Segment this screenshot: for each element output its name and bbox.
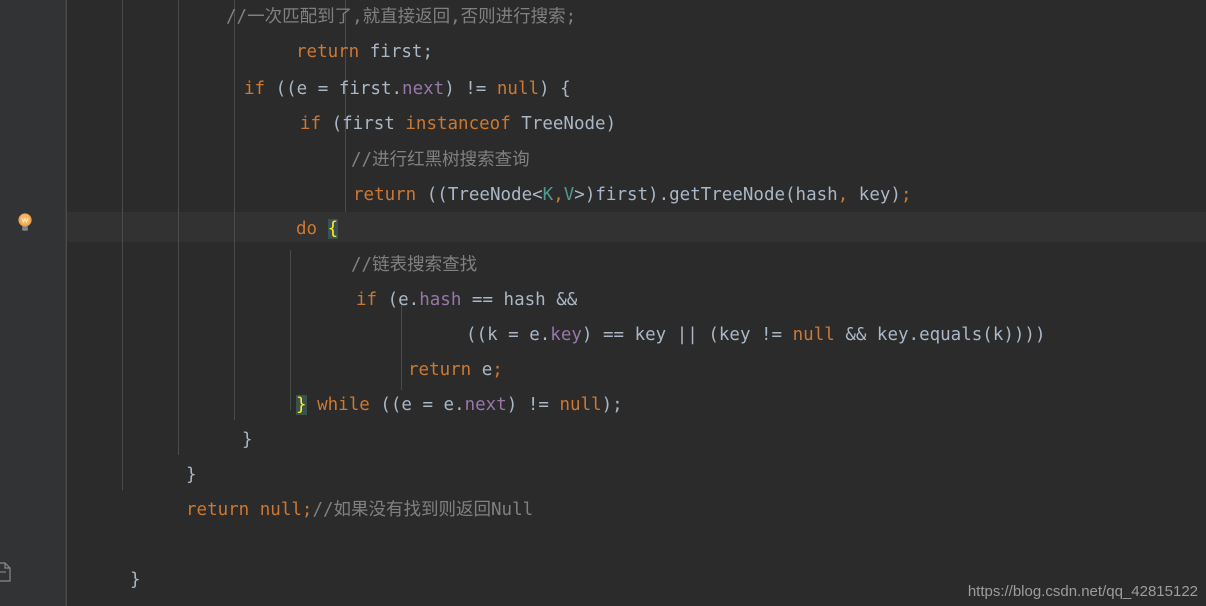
code-token: ) { bbox=[539, 79, 571, 99]
code-comment: //如果没有找到则返回Null bbox=[312, 500, 534, 520]
code-keyword: return bbox=[296, 42, 360, 62]
code-token: } bbox=[130, 570, 141, 590]
code-token: ((e = first. bbox=[265, 79, 403, 99]
code-token: first bbox=[369, 42, 423, 62]
code-keyword: ; bbox=[900, 185, 912, 205]
code-line[interactable]: return e; bbox=[66, 355, 503, 385]
code-token: ; bbox=[422, 42, 433, 62]
code-token: } bbox=[186, 465, 197, 485]
code-token: ((TreeNode< bbox=[416, 185, 543, 205]
code-line[interactable]: do { bbox=[66, 214, 339, 244]
code-keyword: instanceof bbox=[405, 114, 511, 134]
lightbulb-intention-icon[interactable] bbox=[16, 212, 34, 234]
code-keyword: do bbox=[296, 219, 318, 239]
code-line[interactable]: } bbox=[66, 460, 197, 490]
code-token: == hash && bbox=[461, 290, 578, 310]
code-keyword: , bbox=[837, 185, 849, 205]
code-token: ((e = e. bbox=[369, 395, 465, 415]
code-comment: //链表搜索查找 bbox=[351, 255, 478, 275]
code-line[interactable]: } while ((e = e.next) != null); bbox=[66, 390, 623, 420]
code-keyword: null bbox=[559, 395, 602, 415]
code-comment: //一次匹配到了,就直接返回,否则进行搜索; bbox=[226, 7, 577, 27]
code-keyword: return bbox=[408, 360, 472, 380]
code-token: key) bbox=[848, 185, 901, 205]
code-token: (first bbox=[321, 114, 406, 134]
code-comment: //进行红黑树搜索查询 bbox=[351, 150, 530, 170]
code-line[interactable]: } bbox=[66, 425, 253, 455]
code-field: next bbox=[464, 395, 507, 415]
code-token: e bbox=[471, 360, 493, 380]
matched-brace: } bbox=[296, 395, 307, 415]
code-line[interactable]: if (e.hash == hash && bbox=[66, 285, 577, 315]
code-keyword: null; bbox=[259, 500, 313, 520]
code-keyword: , bbox=[553, 185, 564, 205]
code-token: (e. bbox=[377, 290, 420, 310]
code-keyword: return bbox=[186, 500, 250, 520]
code-token: } bbox=[242, 430, 253, 450]
code-editor[interactable]: //一次匹配到了,就直接返回,否则进行搜索; return first; if ((… bbox=[0, 0, 1206, 606]
code-field: key bbox=[550, 325, 582, 345]
code-line[interactable]: //一次匹配到了,就直接返回,否则进行搜索; bbox=[66, 2, 576, 32]
code-token: >)first).getTreeNode(hash bbox=[574, 185, 838, 205]
matched-brace: { bbox=[327, 219, 339, 239]
code-keyword: if bbox=[244, 79, 266, 99]
code-type-param: K bbox=[542, 185, 554, 205]
code-type-param: V bbox=[563, 185, 575, 205]
code-surface[interactable]: //一次匹配到了,就直接返回,否则进行搜索; return first; if ((… bbox=[66, 0, 1206, 606]
gutter-annotation-area bbox=[0, 0, 66, 606]
file-document-icon[interactable] bbox=[0, 562, 12, 582]
code-field: next bbox=[402, 79, 445, 99]
code-keyword: return bbox=[353, 185, 417, 205]
code-keyword: while bbox=[317, 395, 370, 415]
code-token: ); bbox=[601, 395, 623, 415]
code-keyword: if bbox=[356, 290, 378, 310]
code-token: ) == key || (key != bbox=[581, 325, 793, 345]
code-keyword: ; bbox=[492, 360, 503, 380]
code-token: TreeNode bbox=[521, 114, 606, 134]
code-token: && key.equals(k)))) bbox=[834, 325, 1046, 345]
code-line[interactable]: } bbox=[66, 565, 141, 595]
code-token: ) bbox=[605, 114, 617, 134]
code-token: ) != bbox=[506, 395, 560, 415]
code-token: ((k = e. bbox=[466, 325, 551, 345]
editor-gutter[interactable] bbox=[0, 0, 66, 606]
code-field: hash bbox=[419, 290, 462, 310]
code-line[interactable]: //链表搜索查找 bbox=[66, 250, 477, 280]
code-line[interactable]: ((k = e.key) == key || (key != null && k… bbox=[66, 320, 1046, 350]
code-line[interactable]: return ((TreeNode<K,V>)first).getTreeNod… bbox=[66, 180, 911, 210]
code-line[interactable]: return null;//如果没有找到则返回Null bbox=[66, 495, 533, 525]
code-line[interactable]: if ((e = first.next) != null) { bbox=[66, 74, 571, 104]
code-keyword: null bbox=[792, 325, 835, 345]
code-line[interactable]: return first; bbox=[66, 37, 433, 67]
code-token: ) != bbox=[444, 79, 497, 99]
code-keyword: null bbox=[496, 79, 540, 99]
code-line[interactable]: if (first instanceof TreeNode) bbox=[66, 109, 616, 139]
watermark-url: https://blog.csdn.net/qq_42815122 bbox=[967, 583, 1198, 600]
code-keyword: if bbox=[300, 114, 322, 134]
code-line[interactable]: //进行红黑树搜索查询 bbox=[66, 145, 530, 175]
